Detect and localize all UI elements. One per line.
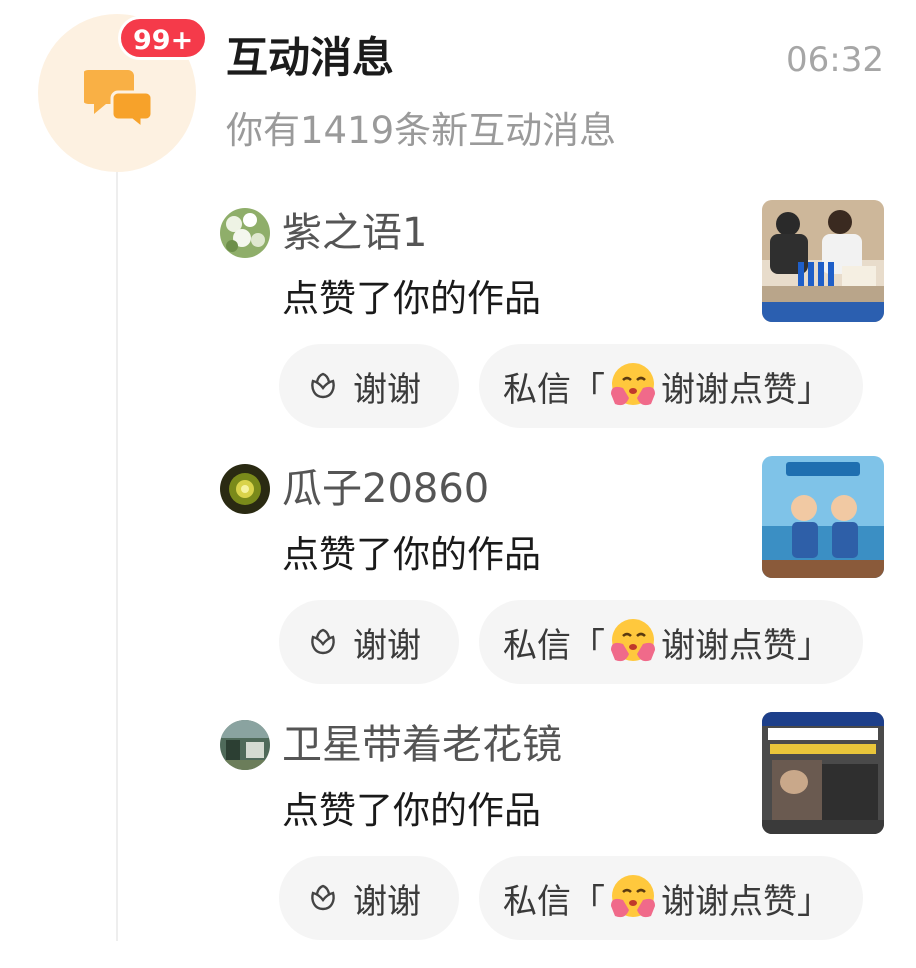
action-text: 点赞了你的作品 [282,533,541,576]
dm-prefix: 私信「 [503,625,605,666]
summary-text: 你有1419条新互动消息 [226,109,617,152]
timestamp: 06:32 [786,40,884,80]
unread-count-badge: 99+ [118,16,209,60]
dm-suffix: 」 [797,369,831,410]
thanks-button[interactable]: 谢谢 [279,856,459,940]
thanks-button[interactable]: 谢谢 [279,600,459,684]
dm-text: 谢谢点赞 [661,369,797,410]
notification-item[interactable]: 卫星带着老花镜 点赞了你的作品 谢谢 私信「 谢谢点赞 」 [0,712,916,968]
dm-prefix: 私信「 [503,881,605,922]
dm-reply-button[interactable]: 私信「 谢谢点赞 」 [479,600,863,684]
flower-icon [311,628,335,655]
dm-prefix: 私信「 [503,369,605,410]
dm-reply-button[interactable]: 私信「 谢谢点赞 」 [479,344,863,428]
dm-suffix: 」 [797,881,831,922]
dm-text: 谢谢点赞 [661,625,797,666]
dm-suffix: 」 [797,625,831,666]
username[interactable]: 紫之语1 [282,206,427,260]
video-thumbnail[interactable] [762,712,884,834]
username[interactable]: 瓜子20860 [282,462,489,516]
thanks-label: 谢谢 [353,625,421,666]
action-text: 点赞了你的作品 [282,789,541,832]
flower-icon [311,372,335,399]
avatar[interactable] [220,208,270,258]
video-thumbnail[interactable] [762,456,884,578]
avatar[interactable] [220,464,270,514]
hugging-emoji-icon [611,619,655,662]
video-thumbnail[interactable] [762,200,884,322]
flower-icon [311,884,335,911]
hugging-emoji-icon [611,363,655,406]
thanks-button[interactable]: 谢谢 [279,344,459,428]
action-text: 点赞了你的作品 [282,277,541,320]
dm-text: 谢谢点赞 [661,881,797,922]
username[interactable]: 卫星带着老花镜 [282,718,562,772]
notification-item[interactable]: 紫之语1 点赞了你的作品 谢谢 私信「 谢谢点赞 」 [0,200,916,456]
thanks-label: 谢谢 [353,369,421,410]
dm-reply-button[interactable]: 私信「 谢谢点赞 」 [479,856,863,940]
chat-bubbles-icon [84,70,154,132]
hugging-emoji-icon [611,875,655,918]
thanks-label: 谢谢 [353,881,421,922]
avatar[interactable] [220,720,270,770]
page-title: 互动消息 [226,33,395,82]
notification-item[interactable]: 瓜子20860 点赞了你的作品 谢谢 私信「 谢谢点赞 」 [0,456,916,712]
